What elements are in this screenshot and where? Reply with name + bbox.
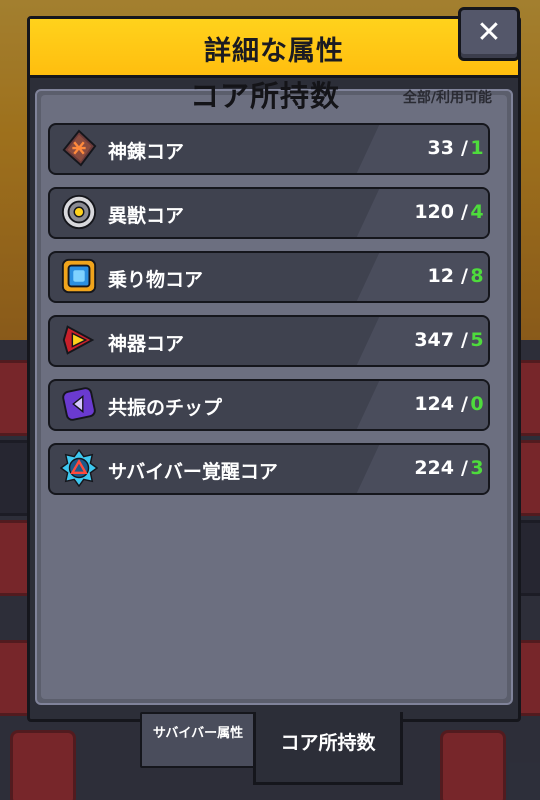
close-button[interactable]: ✕ (458, 7, 520, 61)
tab-label: コア所持数 (280, 732, 376, 754)
core-list: 神錬コア 33 / 1 異獣コア 120 / 4 乗り物コア 12 / 8 神器… (48, 123, 490, 507)
core-available: 5 (470, 329, 484, 351)
core-separator: / (461, 265, 468, 287)
core-name: 異獣コア (108, 205, 185, 227)
core-name: サバイバー覚醒コア (108, 461, 278, 483)
vehicle-core-icon (61, 258, 97, 294)
close-icon: ✕ (476, 15, 502, 50)
tab-survivor-attributes[interactable]: サバイバー属性 (140, 712, 256, 768)
core-total: 12 (427, 265, 454, 287)
core-total: 124 (414, 393, 454, 415)
beast-eye-icon (61, 194, 97, 230)
dialog-header: 詳細な属性 (30, 19, 518, 78)
core-available: 4 (470, 201, 484, 223)
rune-stone-icon (62, 129, 97, 167)
core-name: 神器コア (108, 333, 185, 355)
core-total: 120 (414, 201, 454, 223)
section-subtitle: 全部/利用可能 (402, 90, 492, 106)
core-name: 乗り物コア (108, 269, 204, 291)
awakening-core-icon (60, 449, 98, 487)
core-separator: / (461, 201, 468, 223)
core-separator: / (461, 329, 468, 351)
core-available: 1 (470, 137, 484, 159)
core-separator: / (461, 137, 468, 159)
core-name: 神錬コア (108, 141, 185, 163)
core-separator: / (461, 457, 468, 479)
core-name: 共振のチップ (108, 397, 223, 419)
core-row-artifact: 神器コア 347 / 5 (48, 315, 490, 367)
core-separator: / (461, 393, 468, 415)
core-row-awakening: サバイバー覚醒コア 224 / 3 (48, 443, 490, 495)
section-title: コア所持数 (190, 79, 341, 113)
core-row-beast: 異獣コア 120 / 4 (48, 187, 490, 239)
tab-label: サバイバー属性 (152, 726, 244, 741)
core-total: 224 (414, 457, 454, 479)
core-total: 33 (427, 137, 454, 159)
core-total: 347 (414, 329, 454, 351)
attribute-detail-dialog: 詳細な属性 ✕ コア所持数 全部/利用可能 神錬コア 33 / 1 異獣コア 1… (27, 7, 521, 722)
tab-core-holdings[interactable]: コア所持数 (253, 712, 403, 785)
core-row-vehicle: 乗り物コア 12 / 8 (48, 251, 490, 303)
artifact-core-icon (62, 325, 95, 355)
dialog-title: 詳細な属性 (204, 36, 344, 67)
core-available: 3 (470, 457, 484, 479)
core-row-shinren: 神錬コア 33 / 1 (48, 123, 490, 175)
core-available: 8 (470, 265, 484, 287)
core-available: 0 (470, 393, 484, 415)
resonance-chip-icon (62, 387, 96, 421)
core-row-resonance: 共振のチップ 124 / 0 (48, 379, 490, 431)
